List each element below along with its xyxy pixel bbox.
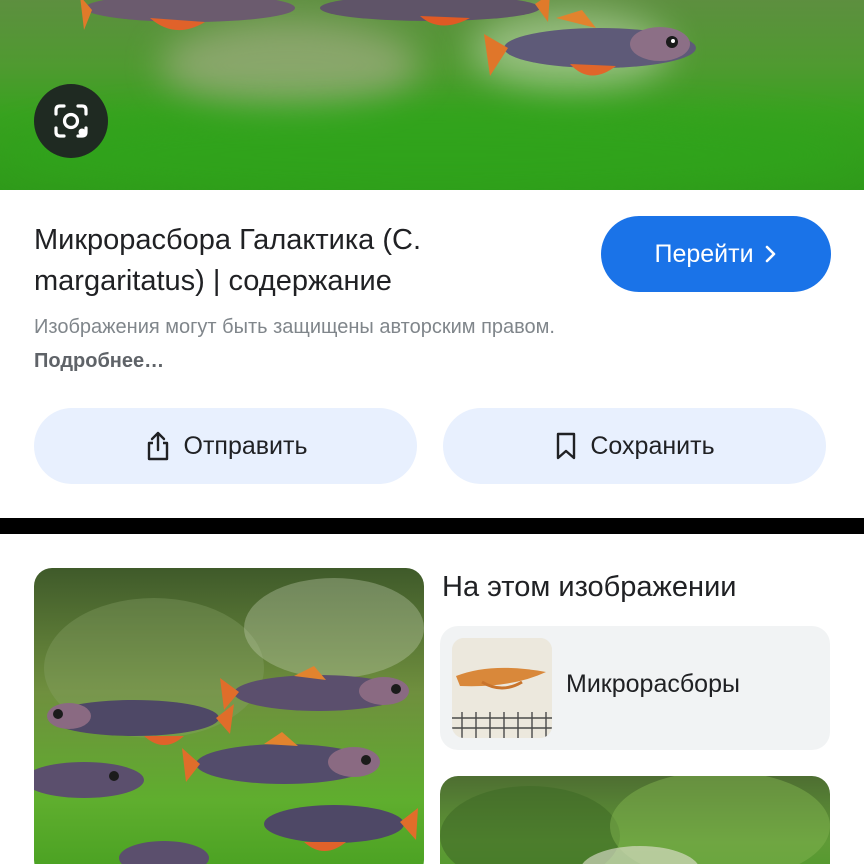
hero-image[interactable] xyxy=(0,0,864,190)
share-icon xyxy=(147,431,168,461)
entity-thumbnail xyxy=(452,638,552,738)
related-section: На этом изображении Микрорасборы xyxy=(0,534,864,864)
result-info-panel: Микрорасбора Галактика (C. margaritatus)… xyxy=(0,190,864,518)
fish xyxy=(119,841,209,864)
visit-button-label: Перейти xyxy=(654,239,754,268)
copyright-notice-text: Изображения могут быть защищены авторски… xyxy=(34,316,555,338)
fish xyxy=(182,732,380,784)
bookmark-icon xyxy=(557,432,576,460)
result-title[interactable]: Микрорасбора Галактика (C. margaritatus)… xyxy=(34,220,564,302)
plant-illustration xyxy=(440,776,830,864)
save-button[interactable]: Сохранить xyxy=(443,408,826,484)
share-button-label: Отправить xyxy=(183,431,308,460)
learn-more-link[interactable]: Подробнее… xyxy=(34,350,164,372)
section-title: На этом изображении xyxy=(442,571,737,603)
section-divider xyxy=(0,518,864,534)
fish-school-illustration xyxy=(34,578,424,864)
fish xyxy=(34,762,144,798)
chevron-right-icon xyxy=(765,245,775,263)
fish xyxy=(484,10,696,76)
copyright-notice: Изображения могут быть защищены авторски… xyxy=(34,310,634,378)
related-image-card[interactable] xyxy=(440,776,830,864)
save-button-label: Сохранить xyxy=(590,431,715,460)
visit-button[interactable]: Перейти xyxy=(601,216,831,292)
entity-card[interactable]: Микрорасборы xyxy=(440,626,830,750)
fish-illustration xyxy=(80,0,696,76)
related-image[interactable] xyxy=(34,568,424,864)
share-button[interactable]: Отправить xyxy=(34,408,417,484)
fish-thumbnail-illustration xyxy=(452,638,552,738)
fish xyxy=(80,0,295,31)
entity-label: Микрорасборы xyxy=(566,670,740,698)
lens-button[interactable] xyxy=(34,84,108,158)
lens-icon xyxy=(54,104,88,138)
fish xyxy=(264,805,418,851)
fish xyxy=(320,0,550,26)
